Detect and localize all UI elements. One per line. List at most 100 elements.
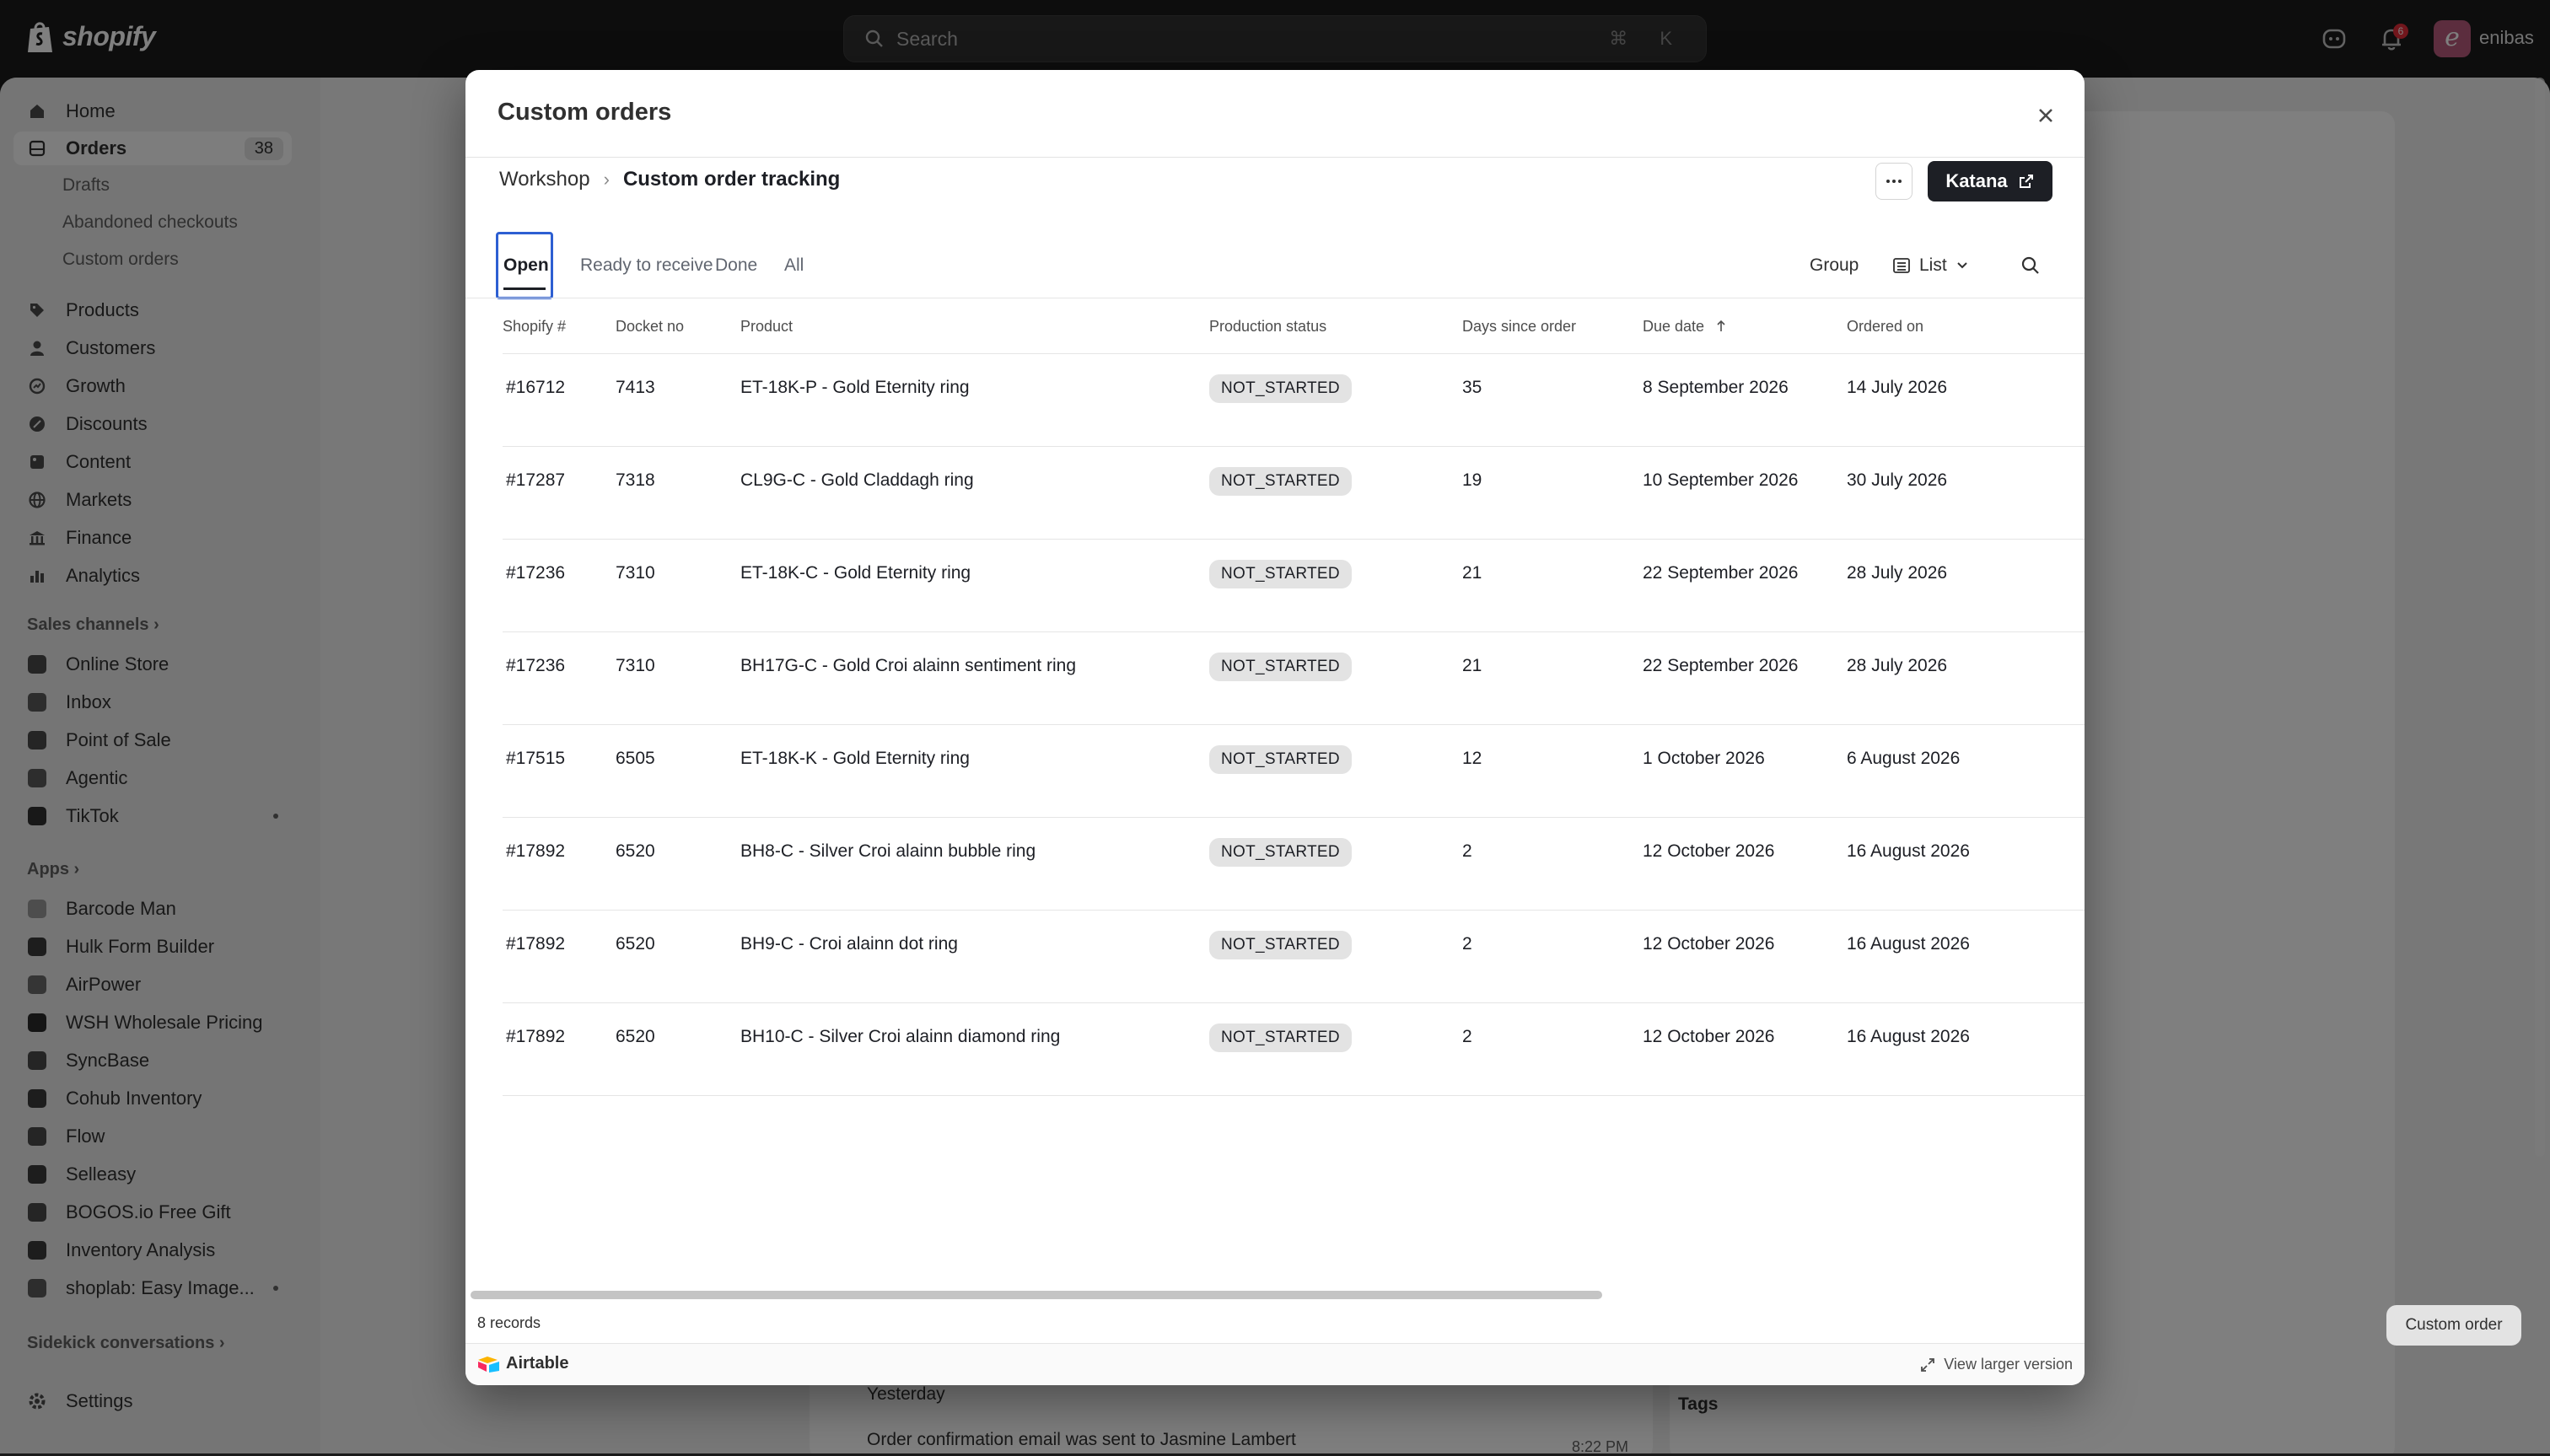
cell-ordered-on: 6 August 2026 [1847, 749, 1961, 768]
cell-due-date: 8 September 2026 [1643, 378, 1789, 397]
cell-ordered-on: 16 August 2026 [1847, 934, 1970, 954]
table-row[interactable]: #17236 7310 BH17G-C - Gold Croi alainn s… [503, 632, 2085, 725]
table-row[interactable]: #16712 7413 ET-18K-P - Gold Eternity rin… [503, 354, 2085, 447]
view-selector[interactable]: List [1892, 245, 1969, 286]
column-header-product[interactable]: Product [740, 318, 793, 336]
cell-product: ET-18K-P - Gold Eternity ring [740, 378, 970, 397]
status-badge: NOT_STARTED [1209, 374, 1352, 403]
cell-days: 2 [1462, 1027, 1472, 1046]
katana-button[interactable]: Katana [1928, 161, 2052, 201]
cell-shopify-number: #17892 [506, 934, 566, 954]
status-badge: NOT_STARTED [1209, 838, 1352, 867]
cell-docket-number: 7413 [616, 378, 655, 397]
tab-open[interactable]: Open [496, 232, 553, 299]
cell-docket-number: 7310 [616, 563, 655, 583]
chevron-down-icon [1956, 262, 1967, 269]
cell-days: 35 [1462, 378, 1482, 397]
close-button[interactable] [2029, 99, 2063, 132]
table-row[interactable]: #17515 6505 ET-18K-K - Gold Eternity rin… [503, 725, 2085, 818]
status-badge: NOT_STARTED [1209, 931, 1352, 959]
column-header-shopify[interactable]: Shopify # [503, 318, 566, 336]
katana-label: Katana [1945, 170, 2008, 191]
cell-shopify-number: #17515 [506, 749, 566, 768]
status-badge: NOT_STARTED [1209, 1023, 1352, 1052]
chevron-right-icon: › [603, 169, 610, 190]
view-larger-version-link[interactable]: View larger version [1920, 1356, 2073, 1373]
cell-due-date: 22 September 2026 [1643, 563, 1799, 583]
airtable-logo[interactable]: Airtable [477, 1354, 568, 1373]
column-header-ordered-on[interactable]: Ordered on [1847, 318, 1923, 336]
column-label: Due date [1643, 318, 1705, 335]
cell-ordered-on: 16 August 2026 [1847, 1027, 1970, 1046]
cell-days: 2 [1462, 841, 1472, 861]
cell-shopify-number: #17236 [506, 563, 566, 583]
cell-due-date: 1 October 2026 [1643, 749, 1765, 768]
breadcrumb: Workshop › Custom order tracking [499, 168, 840, 191]
cell-product: ET-18K-K - Gold Eternity ring [740, 749, 970, 768]
cell-docket-number: 6505 [616, 749, 655, 768]
tab-all[interactable]: All [784, 232, 804, 299]
column-header-production-status[interactable]: Production status [1209, 318, 1326, 336]
horizontal-scrollbar[interactable] [471, 1291, 1602, 1299]
column-header-due-date[interactable]: Due date [1643, 318, 1727, 336]
cell-docket-number: 7310 [616, 656, 655, 675]
view-larger-label: View larger version [1944, 1356, 2073, 1373]
cell-due-date: 12 October 2026 [1643, 841, 1775, 861]
cell-days: 12 [1462, 749, 1482, 768]
breadcrumb-workshop[interactable]: Workshop [499, 168, 590, 191]
modal-title: Custom orders [498, 99, 672, 126]
table-row[interactable]: #17236 7310 ET-18K-C - Gold Eternity rin… [503, 540, 2085, 632]
search-icon [2021, 256, 2039, 274]
cell-ordered-on: 28 July 2026 [1847, 563, 1948, 583]
cell-ordered-on: 16 August 2026 [1847, 841, 1970, 861]
cell-due-date: 22 September 2026 [1643, 656, 1799, 675]
cell-product: CL9G-C - Gold Claddagh ring [740, 470, 974, 490]
breadcrumb-current[interactable]: Custom order tracking [623, 168, 840, 191]
group-button[interactable]: Group [1810, 245, 1859, 286]
cell-docket-number: 6520 [616, 1027, 655, 1046]
group-label: Group [1810, 255, 1859, 275]
more-actions-button[interactable] [1875, 163, 1912, 200]
expand-icon [1921, 1357, 1935, 1372]
cell-shopify-number: #16712 [506, 378, 566, 397]
cell-docket-number: 7318 [616, 470, 655, 490]
external-link-icon [2019, 175, 2033, 188]
cell-due-date: 12 October 2026 [1643, 1027, 1775, 1046]
cell-docket-number: 6520 [616, 934, 655, 954]
cell-product: BH10-C - Silver Croi alainn diamond ring [740, 1027, 1061, 1046]
tab-ready-to-receive[interactable]: Ready to receive [580, 232, 713, 299]
cell-days: 19 [1462, 470, 1482, 490]
column-header-docket[interactable]: Docket no [616, 318, 684, 336]
cell-due-date: 12 October 2026 [1643, 934, 1775, 954]
embed-footer: Airtable View larger version [465, 1343, 2085, 1385]
table-row[interactable]: #17892 6520 BH10-C - Silver Croi alainn … [503, 1003, 2085, 1096]
cell-days: 21 [1462, 656, 1482, 675]
status-badge: NOT_STARTED [1209, 560, 1352, 588]
table-row[interactable]: #17287 7318 CL9G-C - Gold Claddagh ring … [503, 447, 2085, 540]
cell-days: 2 [1462, 934, 1472, 954]
search-records-button[interactable] [2020, 245, 2041, 286]
cell-product: BH17G-C - Gold Croi alainn sentiment rin… [740, 656, 1076, 675]
page-scrollbar[interactable] [2535, 78, 2545, 1157]
view-label: List [1919, 255, 1947, 275]
modal-header: Custom orders [465, 70, 2085, 158]
sort-ascending-icon [1717, 320, 1725, 331]
cell-product: ET-18K-C - Gold Eternity ring [740, 563, 971, 583]
cell-due-date: 10 September 2026 [1643, 470, 1799, 490]
cell-shopify-number: #17892 [506, 841, 566, 861]
custom-orders-modal: Custom orders Workshop › Custom order tr… [465, 70, 2085, 1385]
tab-done[interactable]: Done [715, 232, 757, 299]
status-badge: NOT_STARTED [1209, 745, 1352, 774]
cell-ordered-on: 14 July 2026 [1847, 378, 1948, 397]
close-icon [2039, 109, 2052, 122]
cell-shopify-number: #17287 [506, 470, 566, 490]
custom-order-button-floating[interactable]: Custom order [2386, 1305, 2521, 1346]
column-header-days-since-order[interactable]: Days since order [1462, 318, 1576, 336]
table-row[interactable]: #17892 6520 BH9-C - Croi alainn dot ring… [503, 911, 2085, 1003]
cell-shopify-number: #17236 [506, 656, 566, 675]
table-row[interactable]: #17892 6520 BH8-C - Silver Croi alainn b… [503, 818, 2085, 911]
airtable-label: Airtable [506, 1354, 569, 1373]
status-badge: NOT_STARTED [1209, 653, 1352, 681]
airtable-icon [478, 1356, 499, 1373]
ellipsis-icon [1886, 180, 1902, 183]
